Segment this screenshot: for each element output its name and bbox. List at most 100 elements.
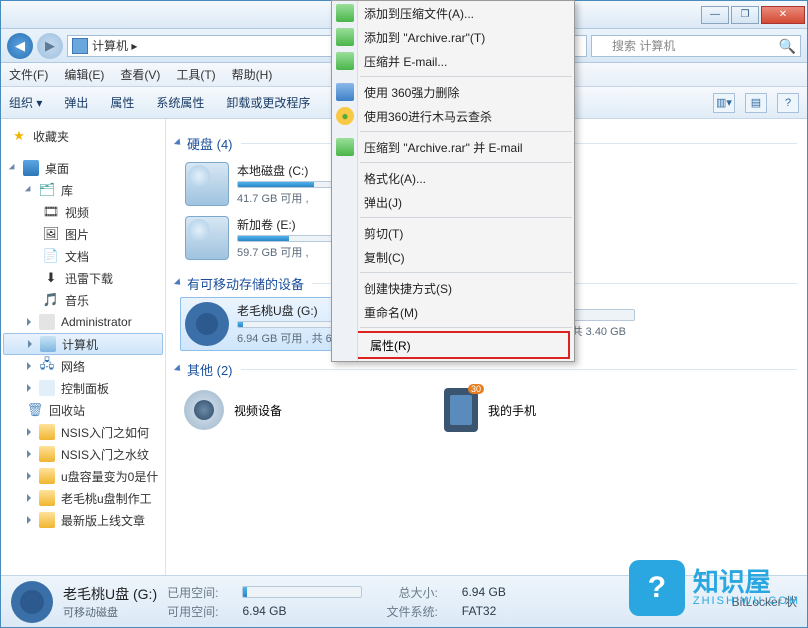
folder-icon bbox=[39, 424, 55, 440]
ctx-add-to-rar[interactable]: 添加到 "Archive.rar"(T) bbox=[332, 25, 574, 49]
ctx-compress-email[interactable]: 压缩并 E-mail... bbox=[332, 49, 574, 73]
nav-label: 音乐 bbox=[65, 292, 89, 309]
group-title: 其他 (2) bbox=[187, 360, 233, 379]
nav-folder[interactable]: NSIS入门之如何 bbox=[3, 421, 163, 443]
menu-tools[interactable]: 工具(T) bbox=[176, 66, 215, 83]
computer-icon bbox=[40, 336, 56, 352]
user-icon bbox=[39, 314, 55, 330]
computer-icon bbox=[72, 38, 88, 54]
folder-icon bbox=[39, 468, 55, 484]
nav-library[interactable]: 🗂库 bbox=[3, 179, 163, 201]
nav-label: 图片 bbox=[65, 226, 89, 243]
ctx-compress-rar-email[interactable]: 压缩到 "Archive.rar" 并 E-mail bbox=[332, 135, 574, 159]
ctx-add-archive[interactable]: 添加到压缩文件(A)... bbox=[332, 1, 574, 25]
context-menu: 添加到压缩文件(A)... 添加到 "Archive.rar"(T) 压缩并 E… bbox=[331, 0, 575, 362]
menu-file[interactable]: 文件(F) bbox=[9, 66, 48, 83]
expand-icon bbox=[27, 384, 31, 392]
nav-label: u盘容量变为0是什 bbox=[61, 468, 158, 485]
help-button[interactable]: ? bbox=[777, 93, 799, 113]
nav-network[interactable]: 🖧 网络 bbox=[3, 355, 163, 377]
hdd-icon bbox=[185, 216, 229, 260]
star-icon: ★ bbox=[11, 128, 27, 144]
menu-view[interactable]: 查看(V) bbox=[120, 66, 160, 83]
nav-back-button[interactable]: ◀ bbox=[7, 33, 33, 59]
nav-label: 迅雷下载 bbox=[65, 270, 113, 287]
nav-admin[interactable]: Administrator bbox=[3, 311, 163, 333]
total-value: 6.94 GB bbox=[462, 585, 506, 599]
nav-recycle[interactable]: 🗑回收站 bbox=[3, 399, 163, 421]
nav-music[interactable]: 🎵 音乐 bbox=[3, 289, 163, 311]
nav-forward-button[interactable]: ▶ bbox=[37, 33, 63, 59]
device-phone[interactable]: 30 我的手机 bbox=[440, 383, 640, 437]
network-icon: 🖧 bbox=[39, 358, 55, 374]
properties-button[interactable]: 属性 bbox=[110, 94, 134, 111]
ctx-shortcut[interactable]: 创建快捷方式(S) bbox=[332, 276, 574, 300]
nav-docs[interactable]: 📄文档 bbox=[3, 245, 163, 267]
nav-label: 最新版上线文章 bbox=[61, 512, 145, 529]
system-properties-button[interactable]: 系统属性 bbox=[156, 94, 204, 111]
music-icon: 🎵 bbox=[43, 292, 59, 308]
expand-icon bbox=[27, 472, 31, 480]
collapse-icon bbox=[174, 138, 183, 147]
ctx-rename[interactable]: 重命名(M) bbox=[332, 300, 574, 324]
nav-computer[interactable]: 计算机 bbox=[3, 333, 163, 355]
nav-xunlei[interactable]: ⬇迅雷下载 bbox=[3, 267, 163, 289]
nav-label: 桌面 bbox=[45, 160, 69, 177]
eject-button[interactable]: 弹出 bbox=[64, 94, 88, 111]
group-title: 硬盘 (4) bbox=[187, 134, 233, 153]
ctx-properties[interactable]: 属性(R) bbox=[336, 331, 570, 359]
ctx-cut[interactable]: 剪切(T) bbox=[332, 221, 574, 245]
nav-folder[interactable]: u盘容量变为0是什 bbox=[3, 465, 163, 487]
nav-label: 回收站 bbox=[49, 402, 85, 419]
collapse-icon bbox=[174, 364, 183, 373]
free-label: 可用空间: bbox=[167, 603, 218, 620]
nav-video[interactable]: 🎞视频 bbox=[3, 201, 163, 223]
360-shield-icon: ● bbox=[336, 107, 354, 125]
maximize-button[interactable]: ❐ bbox=[731, 6, 759, 24]
nav-pictures[interactable]: 🖼图片 bbox=[3, 223, 163, 245]
folder-icon bbox=[39, 490, 55, 506]
search-icon: 🔍 bbox=[779, 38, 796, 55]
nav-label: 库 bbox=[61, 182, 73, 199]
video-icon: 🎞 bbox=[43, 204, 59, 220]
nav-folder[interactable]: 最新版上线文章 bbox=[3, 509, 163, 531]
ctx-360-delete[interactable]: 使用 360强力删除 bbox=[332, 80, 574, 104]
close-button[interactable]: ✕ bbox=[761, 6, 805, 24]
group-title: 有可移动存储的设备 bbox=[187, 274, 304, 293]
used-bar bbox=[242, 586, 362, 598]
nav-favorites[interactable]: ★收藏夹 bbox=[3, 125, 163, 147]
total-label: 总大小: bbox=[386, 584, 437, 601]
desktop-icon bbox=[23, 160, 39, 176]
nav-desktop[interactable]: 桌面 bbox=[3, 157, 163, 179]
search-input[interactable]: 搜索 计算机 🔍 bbox=[591, 35, 801, 57]
expand-icon bbox=[25, 186, 33, 194]
device-camera[interactable]: 视频设备 bbox=[180, 383, 426, 437]
nav-folder[interactable]: NSIS入门之水纹 bbox=[3, 443, 163, 465]
nav-label: 老毛桃u盘制作工 bbox=[61, 490, 152, 507]
nav-control[interactable]: 控制面板 bbox=[3, 377, 163, 399]
folder-icon bbox=[39, 446, 55, 462]
preview-pane-button[interactable]: ▤ bbox=[745, 93, 767, 113]
uninstall-button[interactable]: 卸载或更改程序 bbox=[226, 94, 310, 111]
nav-folder[interactable]: 老毛桃u盘制作工 bbox=[3, 487, 163, 509]
ctx-format[interactable]: 格式化(A)... bbox=[332, 166, 574, 190]
nav-label: 计算机 bbox=[62, 336, 98, 353]
menu-help[interactable]: 帮助(H) bbox=[232, 66, 273, 83]
expand-icon bbox=[27, 516, 31, 524]
watermark-sub: ZHISHIWU.COM bbox=[693, 595, 800, 607]
organize-button[interactable]: 组织 ▾ bbox=[9, 94, 42, 111]
ctx-360-scan[interactable]: ●使用360进行木马云查杀 bbox=[332, 104, 574, 128]
ctx-copy[interactable]: 复制(C) bbox=[332, 245, 574, 269]
nav-label: Administrator bbox=[61, 315, 132, 329]
expand-icon bbox=[27, 494, 31, 502]
library-icon: 🗂 bbox=[39, 182, 55, 198]
nav-label: 网络 bbox=[61, 358, 85, 375]
nav-label: NSIS入门之水纹 bbox=[61, 446, 149, 463]
menu-edit[interactable]: 编辑(E) bbox=[64, 66, 104, 83]
ctx-eject[interactable]: 弹出(J) bbox=[332, 190, 574, 214]
minimize-button[interactable]: — bbox=[701, 6, 729, 24]
view-mode-button[interactable]: ▥▾ bbox=[713, 93, 735, 113]
address-text: 计算机 ▸ bbox=[92, 37, 137, 54]
watermark-badge-icon: ? bbox=[629, 560, 685, 616]
watermark-text: 知识屋 bbox=[693, 569, 800, 595]
